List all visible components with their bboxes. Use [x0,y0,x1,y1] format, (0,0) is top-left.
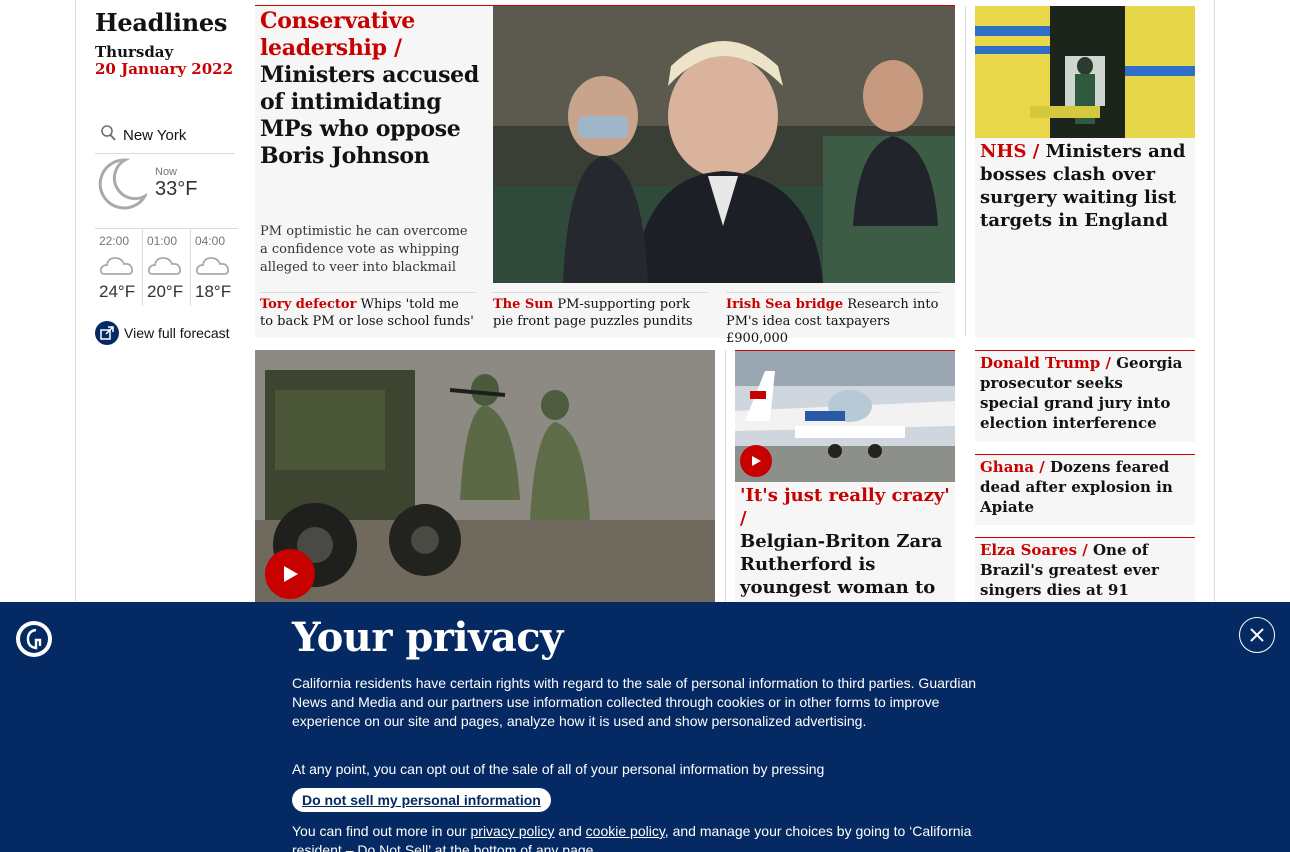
forecast-temp: 24°F [99,282,136,301]
side-story-card[interactable]: Elza Soares / One of Brazil's greatest e… [975,537,1195,602]
sublink[interactable]: Irish Sea bridge Research into PM's idea… [726,292,941,347]
main-story-headline[interactable]: Conservative leadership / Ministers accu… [260,8,490,170]
date-full: 20 January 2022 [95,60,234,78]
forecast-temp: 20°F [147,282,184,301]
main-story-image[interactable] [493,6,955,283]
external-link-icon [95,321,119,345]
privacy-and-text: and [558,823,582,839]
close-icon[interactable] [1239,617,1275,653]
full-forecast-label: View full forecast [124,325,230,341]
section-title: Headlines [95,8,228,37]
sublink-kicker: The Sun [493,297,554,312]
weather-location-search[interactable]: New York [95,118,235,154]
play-icon[interactable] [265,549,315,599]
forecast-time: 04:00 [195,234,226,248]
side-story-kicker: Ghana / [980,458,1045,476]
guardian-logo-icon [16,621,52,657]
privacy-body: California residents have certain rights… [292,675,977,729]
side-story-card[interactable]: Donald Trump / Georgia prosecutor seeks … [975,350,1195,442]
sublink-kicker: Irish Sea bridge [726,297,844,312]
weather-forecast: 22:00 24°F 01:00 20°F 04:00 18°F [95,228,238,306]
nhs-story-kicker: NHS / [980,141,1040,162]
side-story-kicker: Elza Soares / [980,541,1088,559]
forecast-time: 01:00 [147,234,178,248]
sublink[interactable]: Tory defector Whips 'told me to back PM … [260,292,475,330]
forecast-slot: 01:00 20°F [143,229,191,306]
cloud-icon [195,257,230,275]
forecast-temp: 18°F [195,282,232,301]
do-not-sell-button[interactable]: Do not sell my personal information [292,788,551,812]
divider [725,350,726,602]
date-day: Thursday [95,43,174,61]
weather-now-label: Now [155,166,178,178]
full-forecast-link[interactable]: View full forecast [95,321,230,345]
search-icon [95,123,117,149]
play-icon[interactable] [740,445,772,477]
sublink-kicker: Tory defector [260,297,357,312]
side-story-headline[interactable]: Donald Trump / Georgia prosecutor seeks … [980,353,1185,433]
privacy-policy-link[interactable]: privacy policy [471,823,555,839]
main-story-kicker: Conservative leadership / [260,8,415,61]
divider [965,6,966,336]
weather-city: New York [123,127,187,144]
privacy-opt-out-text: At any point, you can opt out of the sal… [292,761,825,777]
cookie-policy-link[interactable]: cookie policy [586,823,665,839]
privacy-more-text: You can find out more in our privacy pol… [292,822,1012,852]
plane-story-kicker: 'It's just really crazy' / [740,485,950,529]
cloud-icon [147,257,182,275]
weather-now-temp: 33°F [155,178,198,200]
side-story-headline[interactable]: Elza Soares / One of Brazil's greatest e… [980,540,1185,600]
forecast-slot: 22:00 24°F [95,229,143,306]
forecast-slot: 04:00 18°F [191,229,238,306]
sublink[interactable]: The Sun PM-supporting pork pie front pag… [493,292,708,330]
nhs-story-headline[interactable]: NHS / Ministers and bosses clash over su… [980,140,1190,232]
side-story-headline[interactable]: Ghana / Dozens feared dead after explosi… [980,457,1185,517]
privacy-title: Your privacy [292,614,563,661]
moon-icon [95,158,150,210]
main-story-standfirst: PM optimistic he can overcome a confiden… [260,224,468,275]
main-story-title: Ministers accused of intimidating MPs wh… [260,62,479,169]
forecast-time: 22:00 [99,234,130,248]
nhs-story-image[interactable] [975,6,1195,138]
side-story-card[interactable]: Ghana / Dozens feared dead after explosi… [975,454,1195,525]
cloud-icon [99,257,134,275]
privacy-banner: Your privacy California residents have c… [0,602,1290,852]
video-story-image[interactable] [255,350,715,602]
side-story-kicker: Donald Trump / [980,354,1111,372]
privacy-more-prefix: You can find out more in our [292,823,467,839]
